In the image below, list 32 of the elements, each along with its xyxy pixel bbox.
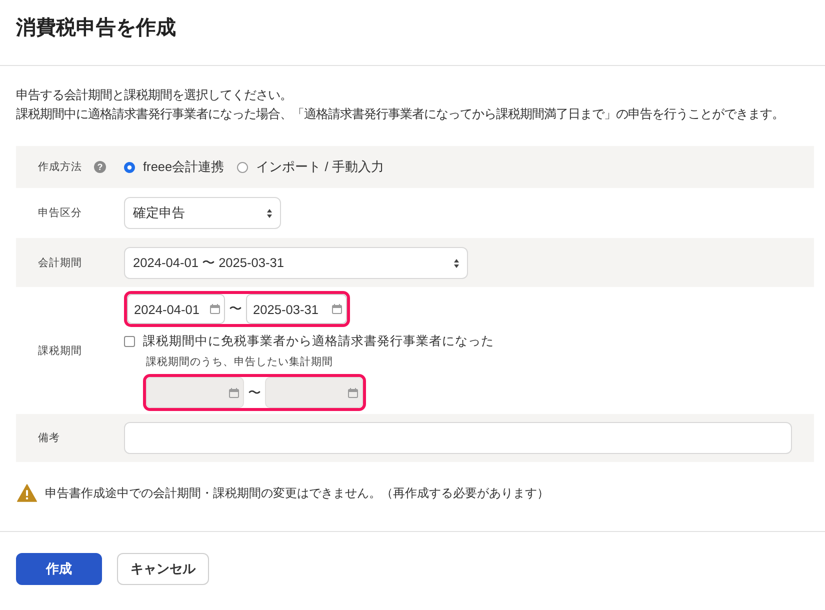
checkbox[interactable] xyxy=(124,336,135,346)
description-text: 申告する会計期間と課税期間を選択してください。 xyxy=(16,87,293,104)
cancel-button[interactable]: キャンセル xyxy=(117,553,209,585)
up-down-arrows-icon xyxy=(267,208,272,218)
calendar-icon xyxy=(229,388,239,398)
dialog-title: 消費税申告を作成 xyxy=(16,16,177,41)
warning-icon xyxy=(17,484,37,502)
date-field[interactable]: 2024-04-01 xyxy=(127,294,225,324)
select-field[interactable]: 確定申告 xyxy=(124,197,281,229)
date-field[interactable]: 2025-03-31 xyxy=(246,294,347,324)
create-button[interactable]: 作成 xyxy=(16,553,102,585)
field-label: 作成方法 xyxy=(38,160,82,174)
calendar-icon xyxy=(348,388,358,398)
field-label: 会計期間 xyxy=(38,256,82,270)
checkbox-label[interactable]: 課税期間中に免税事業者から適格請求書発行事業者になった xyxy=(143,332,494,350)
remarks-field[interactable] xyxy=(124,422,792,454)
field-label: 申告区分 xyxy=(38,206,82,220)
calendar-icon xyxy=(210,304,220,314)
calendar-icon xyxy=(332,304,342,314)
range-separator: 〜 xyxy=(248,384,261,402)
radio-button[interactable] xyxy=(237,162,248,172)
range-separator: 〜 xyxy=(229,300,242,318)
radio-button[interactable] xyxy=(124,162,135,172)
field-label: 課税期間 xyxy=(38,344,82,358)
radio-label[interactable]: freee会計連携 xyxy=(143,158,224,176)
field-label: 備考 xyxy=(38,431,60,445)
sub-label: 課税期間のうち、申告したい集計期間 xyxy=(146,355,333,370)
radio-label[interactable]: インポート / 手動入力 xyxy=(256,158,384,176)
select-field[interactable]: 2024-04-01 〜 2025-03-31 xyxy=(124,247,468,279)
warning-text: 申告書作成途中での会計期間・課税期間の変更はできません。（再作成する必要があります） xyxy=(45,484,549,502)
description-text: 課税期間中に適格請求書発行事業者になった場合、「適格請求書発行事業者になってから課税期間満了日まで」の申告を行うことができます。 xyxy=(16,106,785,123)
up-down-arrows-icon xyxy=(454,258,459,268)
